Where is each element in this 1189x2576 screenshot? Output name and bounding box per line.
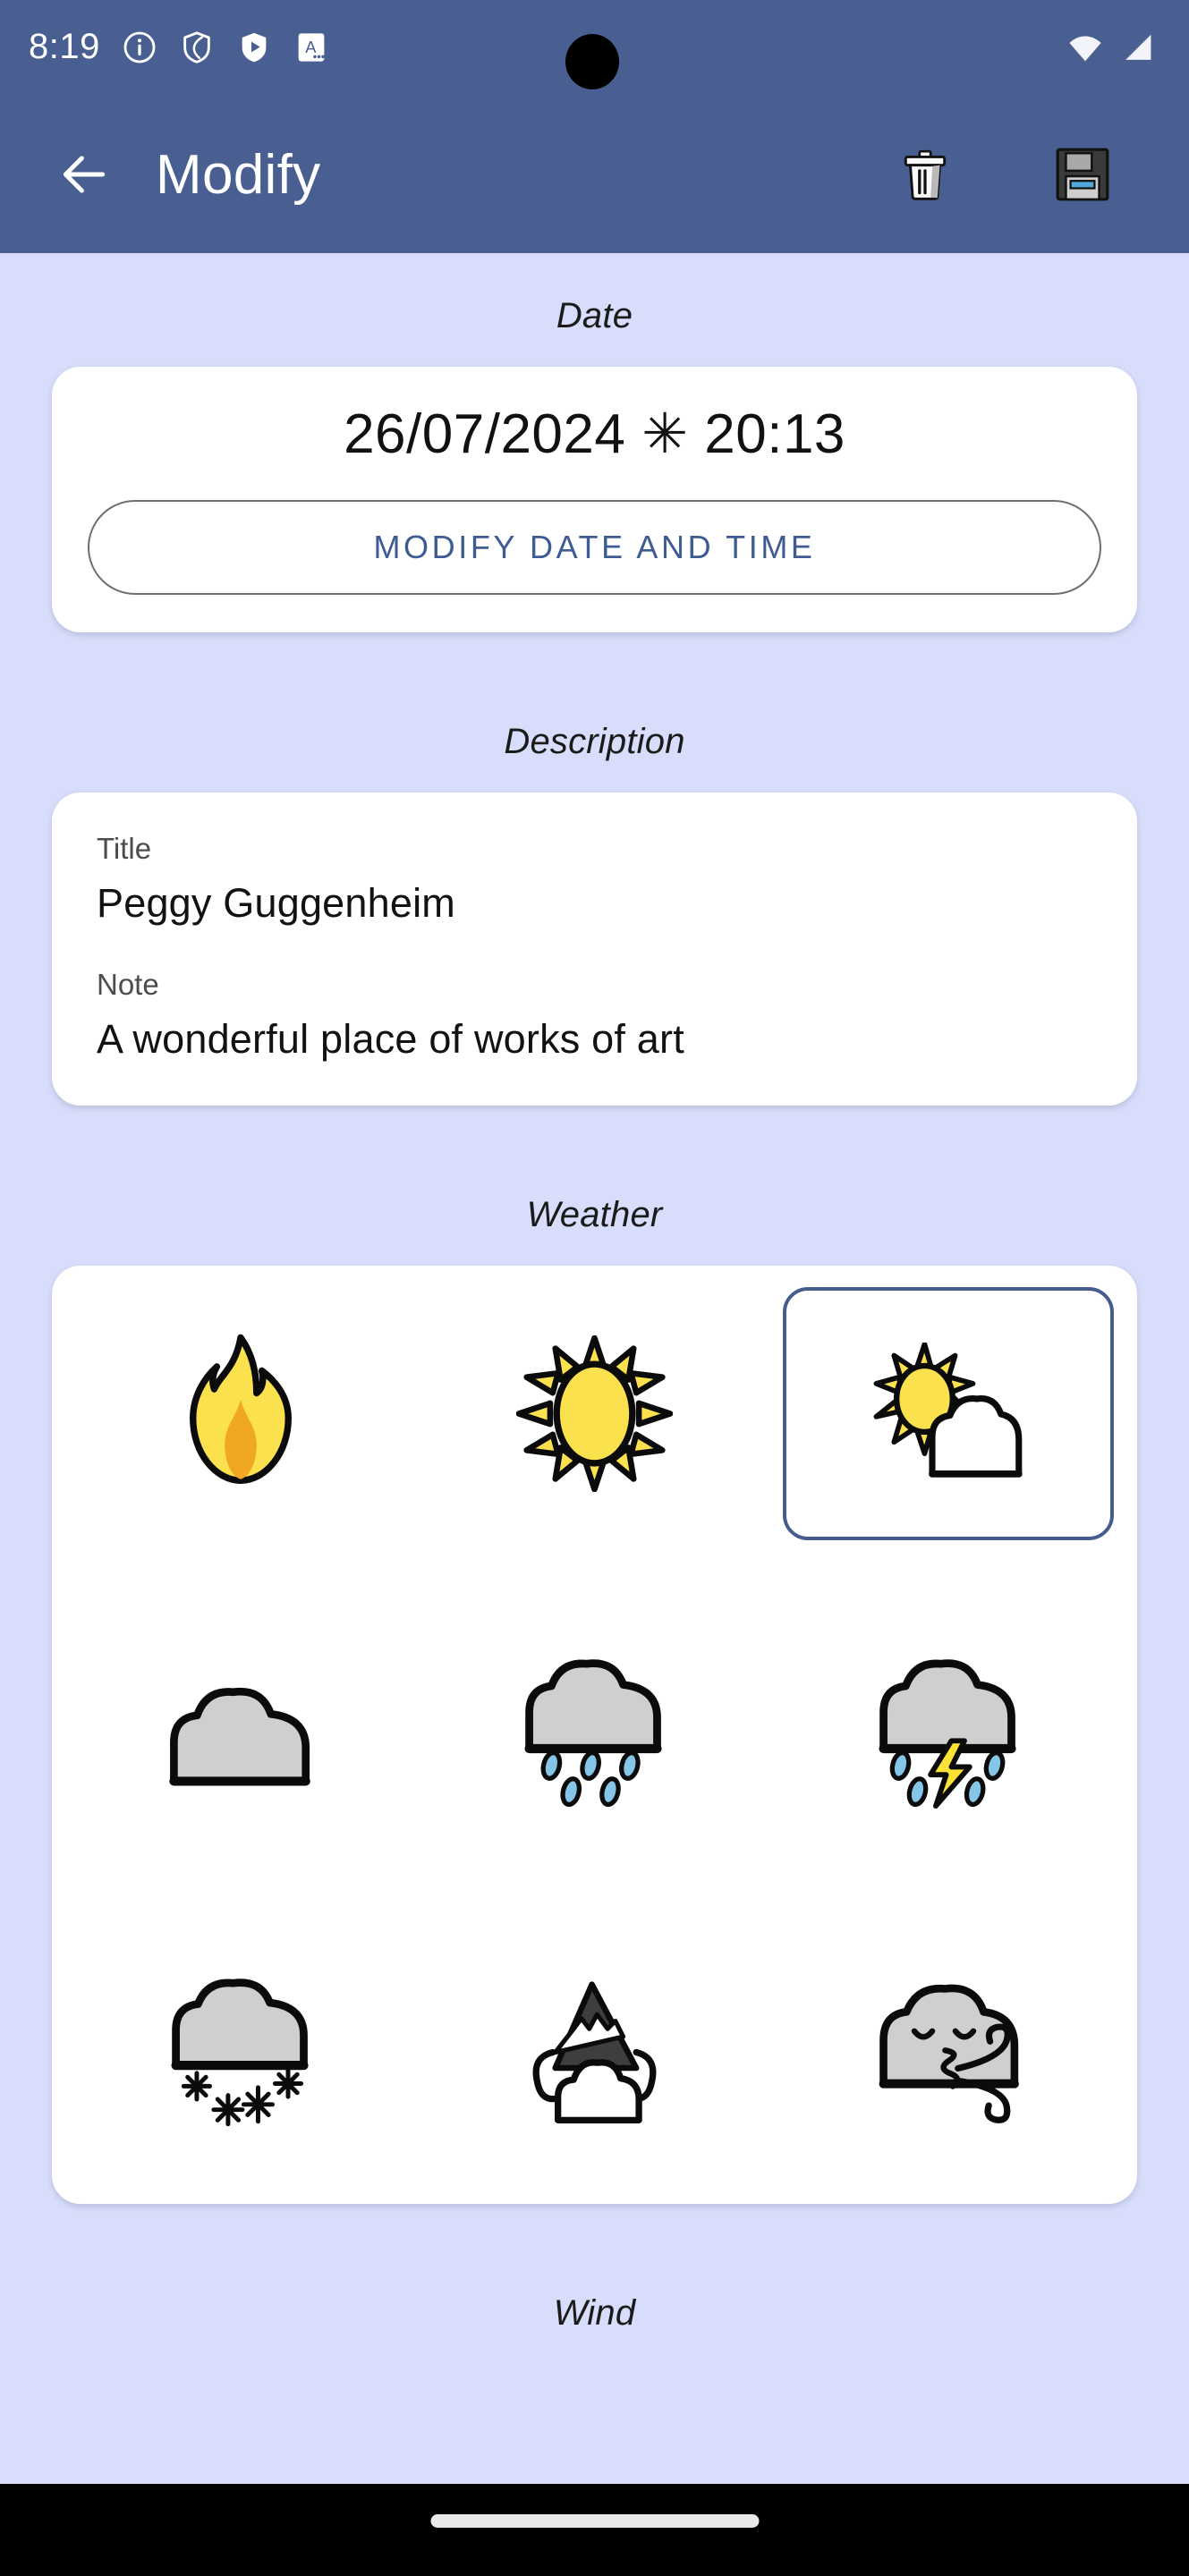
section-label-description: Description [504, 722, 685, 761]
weather-option-windy[interactable] [783, 1926, 1114, 2179]
description-card: Title Peggy Guggenheim Note A wonderful … [52, 792, 1137, 1106]
page-content: Date 26/07/2024 ✳ 20:13 MODIFY DATE AND … [0, 253, 1189, 2484]
weather-option-stormy[interactable] [783, 1606, 1114, 1860]
shield-play-icon [242, 32, 267, 62]
status-bar-clock: 8:19 [29, 27, 100, 66]
app-bar-row: Modify [0, 103, 1189, 246]
weather-option-cloudy[interactable] [75, 1606, 406, 1860]
wind-blowing-face-icon [879, 1984, 1019, 2123]
title-field-label: Title [97, 832, 152, 865]
wifi-icon [1069, 36, 1101, 61]
floppy-disk-icon [1056, 148, 1109, 201]
weather-row [75, 1287, 1114, 1540]
note-field-label: Note [97, 968, 159, 1001]
phone-screen: Modify 8:19 A Date 26/07/2024 ✳ 20:13 MO… [0, 0, 1189, 2576]
section-label-weather: Weather [526, 1195, 663, 1234]
date-value: 26/07/2024 ✳ 20:13 [344, 403, 845, 465]
save-button[interactable] [1053, 145, 1112, 204]
section-label-date: Date [556, 296, 633, 335]
info-circle-icon [123, 31, 156, 63]
date-card: 26/07/2024 ✳ 20:13 MODIFY DATE AND TIME [52, 367, 1137, 632]
trash-icon [904, 149, 947, 200]
weather-row [75, 1606, 1114, 1860]
sun-behind-cloud-icon [873, 1342, 1023, 1478]
weather-option-snowy[interactable] [75, 1926, 406, 2179]
system-navigation-bar [0, 2484, 1189, 2576]
cellular-signal-icon [1125, 34, 1151, 60]
mountain-in-fog-icon [532, 1981, 657, 2123]
sun-icon [516, 1335, 673, 1492]
letter-a-badge-icon: A [298, 32, 325, 62]
svg-text:A: A [305, 38, 317, 56]
weather-option-partly-cloudy[interactable] [783, 1287, 1114, 1540]
back-button[interactable] [55, 146, 113, 203]
title-field-value[interactable]: Peggy Guggenheim [97, 880, 1092, 927]
app-bar-actions [896, 145, 1159, 204]
cloud-with-lightning-and-rain-icon [878, 1659, 1016, 1809]
cloud-icon [168, 1687, 310, 1785]
cloud-with-snow-icon [170, 1979, 309, 2127]
modify-date-and-time-button[interactable]: MODIFY DATE AND TIME [88, 500, 1101, 595]
weather-option-rainy[interactable] [429, 1606, 760, 1860]
shield-outline-icon [183, 30, 210, 64]
weather-option-sunny[interactable] [429, 1287, 760, 1540]
home-gesture-pill[interactable] [430, 2514, 759, 2528]
delete-button[interactable] [896, 145, 955, 204]
weather-row [75, 1926, 1114, 2179]
cloud-with-rain-icon [524, 1659, 662, 1808]
arrow-left-icon [63, 156, 106, 193]
fire-flame-icon [190, 1334, 292, 1484]
note-field-value[interactable]: A wonderful place of works of art [97, 1016, 1092, 1063]
weather-option-hot[interactable] [75, 1287, 406, 1540]
status-bar-right [1066, 28, 1157, 67]
status-bar-left: 8:19 A [29, 27, 329, 67]
weather-option-foggy[interactable] [429, 1926, 760, 2179]
section-label-wind: Wind [553, 2293, 636, 2333]
weather-card [52, 1266, 1137, 2204]
camera-punch-hole [565, 34, 619, 89]
page-title: Modify [156, 143, 321, 206]
